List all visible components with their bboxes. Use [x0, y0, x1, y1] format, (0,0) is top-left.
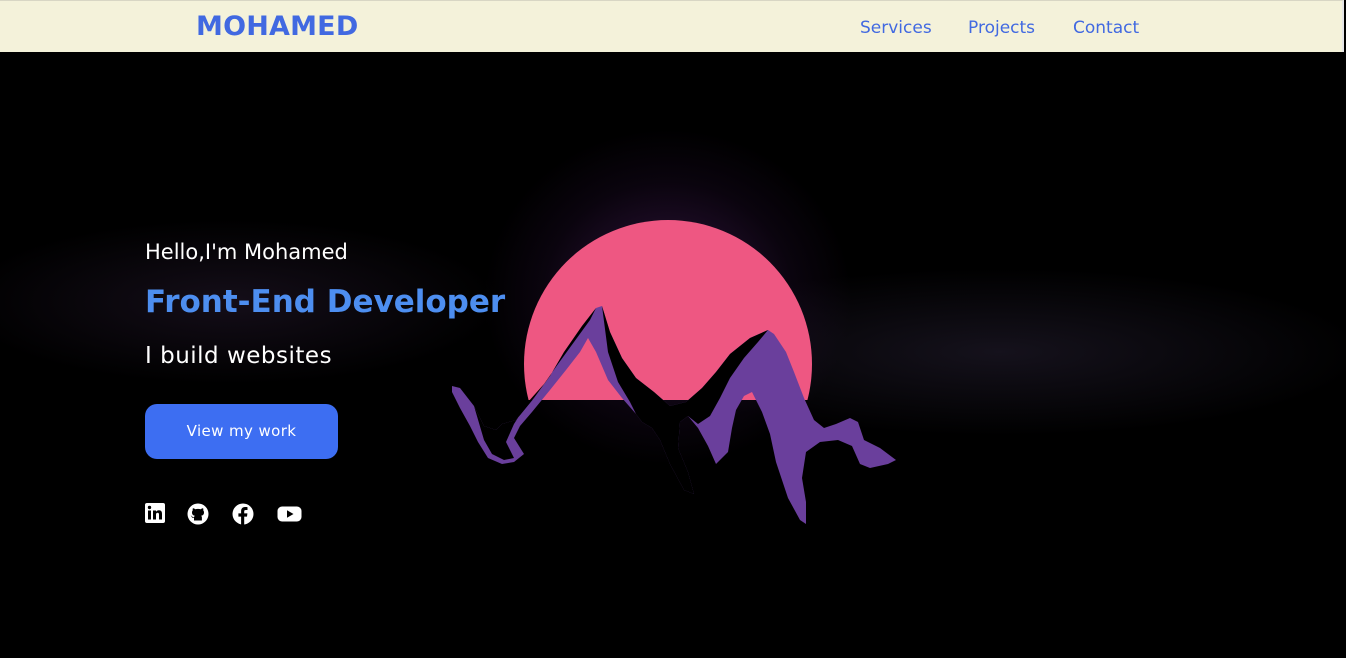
github-icon[interactable] — [187, 503, 209, 525]
facebook-icon[interactable] — [232, 503, 254, 525]
social-links — [145, 503, 315, 525]
hero-tagline: I build websites — [145, 343, 333, 369]
hero-greeting: Hello,I'm Mohamed — [145, 240, 348, 264]
navbar: MOHAMED Services Projects Contact — [0, 0, 1344, 52]
hero-section: Hello,I'm Mohamed Front-End Developer I … — [0, 52, 1346, 658]
linkedin-icon[interactable] — [145, 503, 165, 523]
nav-link-projects[interactable]: Projects — [968, 16, 1035, 40]
nav-links: Services Projects Contact — [0, 16, 1342, 40]
view-my-work-button[interactable]: View my work — [145, 404, 338, 459]
youtube-icon[interactable] — [277, 503, 302, 525]
hero-role-title: Front-End Developer — [145, 284, 506, 320]
nav-link-contact[interactable]: Contact — [1073, 16, 1139, 40]
nav-link-services[interactable]: Services — [860, 16, 932, 40]
portfolio-page: MOHAMED Services Projects Contact Hello,… — [0, 0, 1346, 658]
mountain-sunset-illustration — [452, 220, 896, 524]
